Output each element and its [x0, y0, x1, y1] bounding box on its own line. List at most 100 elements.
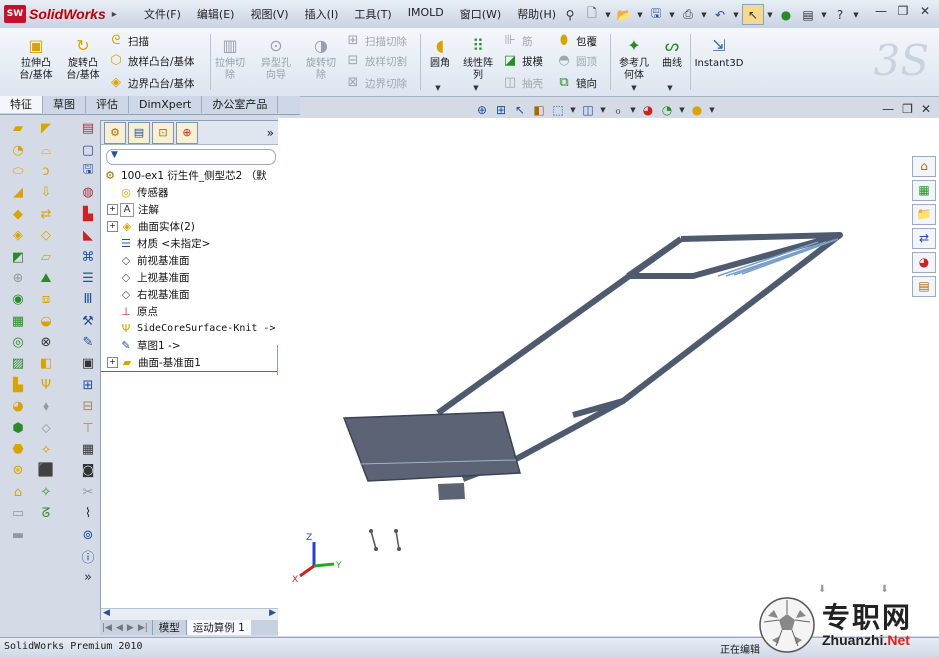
- chevron-down-icon[interactable]: ▼: [604, 11, 612, 19]
- dimxpert-manager-tab[interactable]: ⊕: [176, 121, 198, 144]
- instant3d-button[interactable]: ⇲ Instant3D: [694, 36, 744, 70]
- lines-icon[interactable]: ☰: [75, 268, 101, 289]
- menu-imold[interactable]: IMOLD: [400, 6, 452, 22]
- chevron-down-icon[interactable]: ▼: [678, 106, 686, 114]
- face-fillet-icon[interactable]: ▱: [33, 246, 59, 267]
- tree-filter-input[interactable]: ▼: [106, 149, 276, 165]
- tree-item-knit-surface[interactable]: Ψ SideCoreSurface-Knit ->: [101, 320, 278, 337]
- rib-icon[interactable]: ⟡: [33, 439, 59, 460]
- curve-icon[interactable]: ᘔ: [33, 503, 59, 524]
- extend-icon[interactable]: ⬢: [5, 417, 31, 438]
- menu-help[interactable]: 帮助(H): [509, 6, 564, 22]
- menu-file[interactable]: 文件(F): [136, 6, 189, 22]
- flyout-arrow-icon[interactable]: ▸: [112, 9, 117, 20]
- zoom-to-area-icon[interactable]: ⊞: [493, 102, 509, 118]
- camera-icon[interactable]: ◙: [75, 460, 101, 481]
- parting-line-icon[interactable]: ◣: [75, 225, 101, 246]
- loft-icon[interactable]: ◢: [5, 182, 31, 203]
- chevron-down-icon[interactable]: ▼: [630, 84, 638, 92]
- pin-icon[interactable]: ⚲: [560, 5, 580, 24]
- chevron-down-icon[interactable]: ▼: [636, 11, 644, 19]
- mid-surface-icon[interactable]: ▬: [5, 524, 31, 545]
- expand-icon[interactable]: +: [107, 357, 118, 368]
- delete-face-icon[interactable]: ⌂: [5, 482, 31, 503]
- cavity-icon[interactable]: ⛰: [33, 268, 59, 289]
- ruled-icon[interactable]: ▙: [5, 375, 31, 396]
- boundary-cut-button[interactable]: ⊠ 边界切除: [345, 74, 407, 92]
- menu-window[interactable]: 窗口(W): [452, 6, 509, 22]
- chevron-down-icon[interactable]: ▼: [700, 11, 708, 19]
- edit-appearance-icon[interactable]: ◕: [640, 102, 656, 118]
- print-preview-icon[interactable]: ▤: [75, 118, 101, 139]
- view-settings-icon[interactable]: ●: [689, 102, 705, 118]
- boundary-icon[interactable]: ◆: [5, 204, 31, 225]
- magnify-icon[interactable]: ⊕: [5, 268, 31, 289]
- configuration-manager-tab[interactable]: ⊡: [152, 121, 174, 144]
- draft-button[interactable]: ◪ 拔模: [502, 52, 543, 70]
- tab-dimxpert[interactable]: DimXpert: [129, 96, 203, 113]
- loft-boss-button[interactable]: ⬡ 放样凸台/基体: [108, 52, 194, 70]
- section-view-icon[interactable]: ◧: [531, 102, 547, 118]
- nav-last-icon[interactable]: ▶|: [136, 623, 152, 633]
- trim-icon[interactable]: ◕: [5, 396, 31, 417]
- view-palette-icon[interactable]: ⇄: [912, 228, 936, 249]
- tree-item-annotations[interactable]: + A 注解: [101, 201, 278, 218]
- tab-sketch[interactable]: 草图: [43, 96, 86, 113]
- help-icon[interactable]: ?: [830, 5, 850, 24]
- sweep-icon[interactable]: ⬭: [5, 161, 31, 182]
- nav-prev-icon[interactable]: ◀: [114, 623, 125, 633]
- zoom-to-fit-icon[interactable]: ⊕: [474, 102, 490, 118]
- info-icon[interactable]: ⓘ: [75, 546, 101, 567]
- graphics-area[interactable]: ⊕ ⊞ ↖ ◧ ⬚ ▼ ◫ ▼ ℴ ▼ ◕ ◔ ▼ ● ▼ — ❐ ✕ Z Y …: [278, 102, 939, 636]
- pen-icon[interactable]: ✎: [75, 332, 101, 353]
- mirror-button[interactable]: ⧉ 镜向: [556, 74, 597, 92]
- view-orientation-icon[interactable]: ⬚: [550, 102, 566, 118]
- combine-icon[interactable]: ⊗: [33, 332, 59, 353]
- rebuild-icon[interactable]: ●: [776, 5, 796, 24]
- tooling-icon[interactable]: ⌘: [75, 246, 101, 267]
- knit-icon[interactable]: ◎: [5, 332, 31, 353]
- wrap-button[interactable]: ⬮ 包覆: [556, 32, 597, 50]
- tree-item-material[interactable]: ☰ 材质 <未指定>: [101, 235, 278, 252]
- previous-view-icon[interactable]: ↖: [512, 102, 528, 118]
- boundary-boss-button[interactable]: ◈ 边界凸台/基体: [108, 74, 195, 92]
- custom-properties-icon[interactable]: ▤: [912, 276, 936, 297]
- dome-button[interactable]: ◓ 圆顶: [556, 52, 597, 70]
- undo-icon[interactable]: ↶: [710, 5, 730, 24]
- zoom-icon[interactable]: ⊚: [75, 524, 101, 545]
- shell-button[interactable]: ◫ 抽壳: [502, 74, 543, 92]
- sweep-cut-button[interactable]: ⊞ 扫描切除: [345, 32, 407, 50]
- scroll-right-icon[interactable]: ▶: [269, 608, 276, 618]
- select-pointer-icon[interactable]: ↖: [742, 4, 764, 25]
- shape-icon[interactable]: Ψ: [33, 375, 59, 396]
- revolve-icon[interactable]: ◔: [5, 139, 31, 160]
- split-icon[interactable]: ↄ: [33, 161, 59, 182]
- tab-evaluate[interactable]: 评估: [86, 96, 129, 113]
- fill-icon[interactable]: ◉: [5, 289, 31, 310]
- chevron-down-icon[interactable]: ▼: [569, 106, 577, 114]
- new-document-icon[interactable]: 🗋: [582, 5, 602, 24]
- intersect-icon[interactable]: ◧: [33, 353, 59, 374]
- expand-tabs-icon[interactable]: »: [267, 126, 274, 140]
- save-icon[interactable]: 🖫: [75, 161, 101, 182]
- display-style-icon[interactable]: ◫: [580, 102, 596, 118]
- image-icon[interactable]: ▣: [75, 353, 101, 374]
- menu-insert[interactable]: 插入(I): [297, 6, 347, 22]
- chevron-down-icon[interactable]: ▼: [852, 11, 860, 19]
- apply-scene-icon[interactable]: ◔: [659, 102, 675, 118]
- extrude-icon[interactable]: ▰: [5, 118, 31, 139]
- loft-cut-button[interactable]: ⊟ 放样切割: [345, 52, 407, 70]
- chevron-down-icon[interactable]: ▼: [708, 106, 716, 114]
- open-folder-icon[interactable]: 📂: [614, 5, 634, 24]
- indent-icon[interactable]: ⧈: [33, 289, 59, 310]
- surface-icon[interactable]: ◩: [5, 246, 31, 267]
- tree-item-top-plane[interactable]: ◇ 上视基准面: [101, 269, 278, 286]
- grid-icon[interactable]: ⊞: [75, 375, 101, 396]
- chevron-down-icon[interactable]: ▼: [666, 84, 674, 92]
- extrude-cut-button[interactable]: ▥ 拉伸切 除: [214, 36, 246, 82]
- chevron-down-icon[interactable]: ▼: [820, 11, 828, 19]
- sweep-button[interactable]: ᘓ 扫描: [108, 32, 149, 50]
- nav-next-icon[interactable]: ▶: [125, 623, 136, 633]
- stack-icon[interactable]: ⊟: [75, 396, 101, 417]
- chevron-down-icon[interactable]: ▼: [472, 84, 480, 92]
